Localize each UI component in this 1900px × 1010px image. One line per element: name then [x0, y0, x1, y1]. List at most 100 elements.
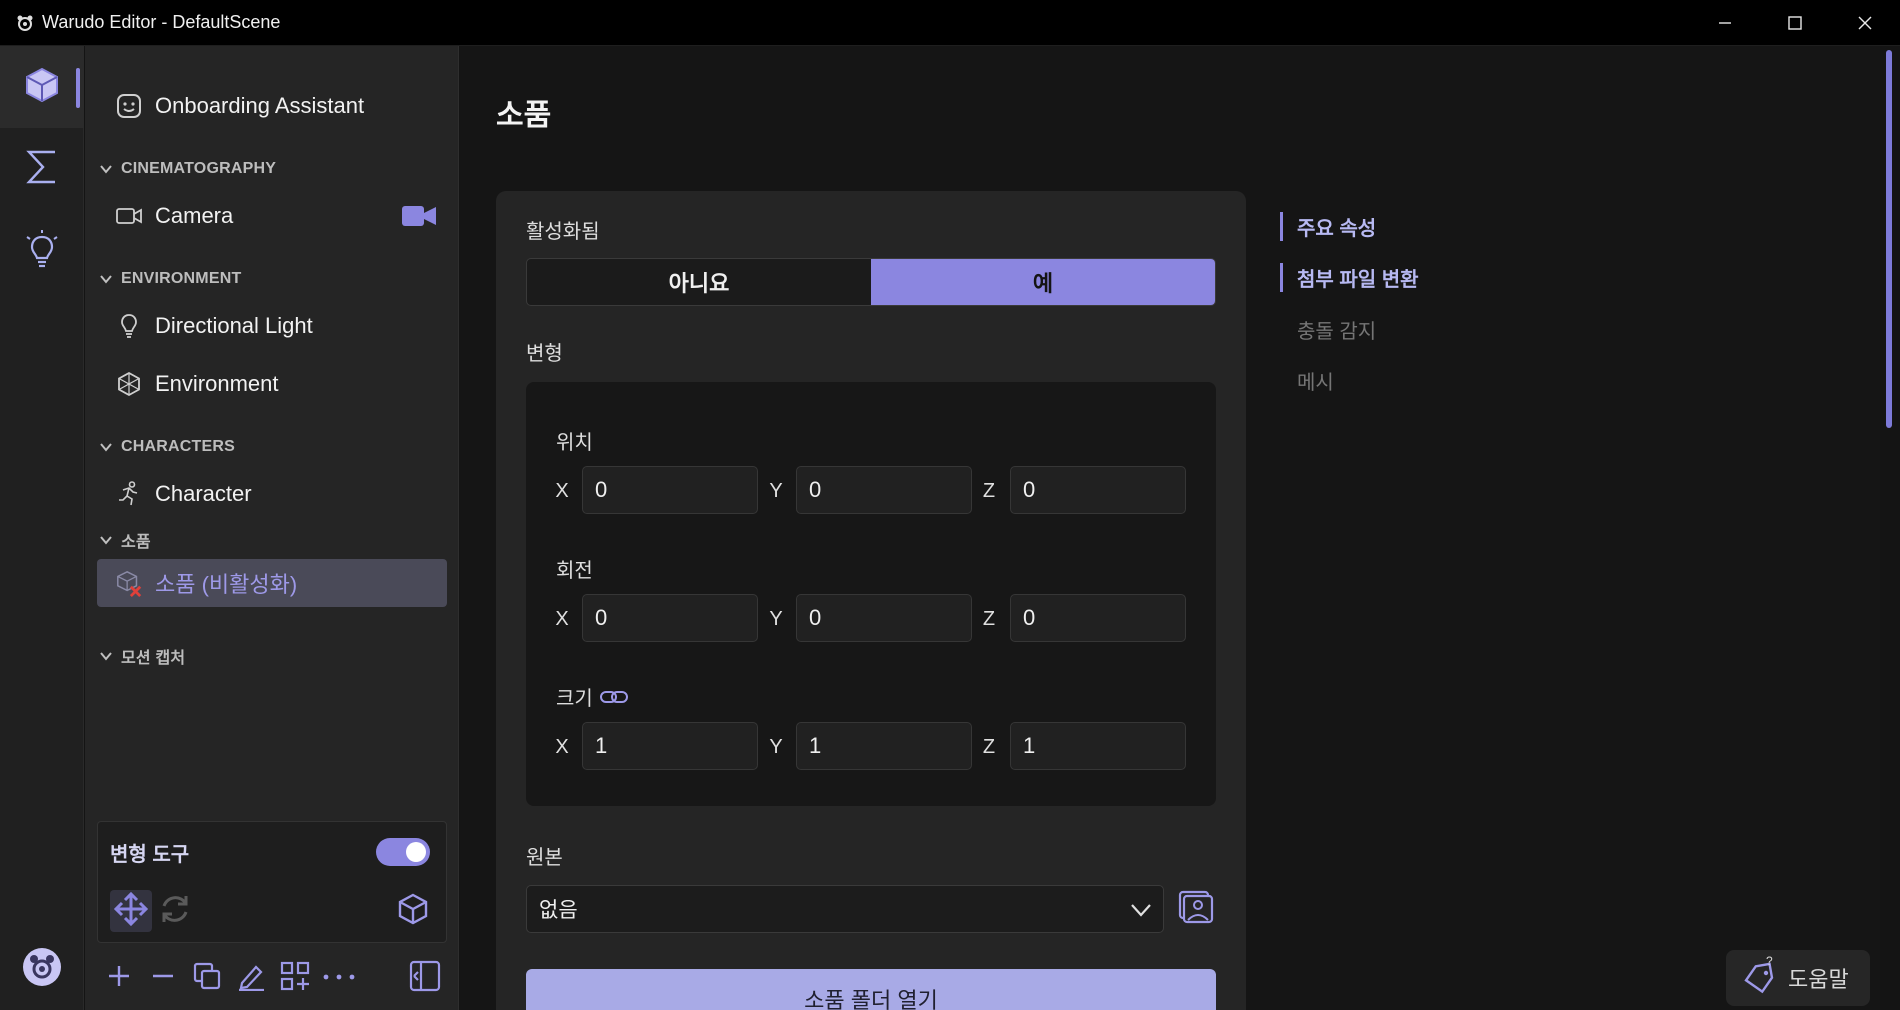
sidebar-item-onboarding-assistant[interactable]: Onboarding Assistant	[97, 82, 447, 130]
scale-z-input[interactable]: 1	[1010, 722, 1186, 770]
duplicate-asset-button[interactable]	[189, 960, 225, 996]
axis-label-x: X	[555, 608, 569, 630]
enabled-label: 활성화됨	[526, 221, 600, 243]
rotation-label: 회전	[556, 560, 593, 582]
smiley-icon	[115, 92, 143, 120]
section-cinematography[interactable]: CINEMATOGRAPHY	[99, 160, 276, 178]
prop-disabled-icon	[115, 569, 143, 598]
anchor-attachment-transform[interactable]: 첨부 파일 변환	[1280, 263, 1419, 292]
lightbulb-icon	[115, 312, 143, 340]
maximize-button[interactable]	[1760, 0, 1830, 46]
add-group-button[interactable]	[277, 960, 313, 996]
local-space-button[interactable]	[392, 890, 434, 932]
anchor-main-properties[interactable]: 주요 속성	[1280, 212, 1376, 241]
title-bar: Warudo Editor - DefaultScene	[0, 0, 1900, 46]
add-asset-button[interactable]	[101, 960, 137, 996]
sidebar-item-label: 소품 (비활성화)	[155, 572, 298, 597]
anchor-collision-detection[interactable]: 충돌 감지	[1280, 315, 1376, 344]
rotation-x-input[interactable]: 0	[582, 594, 758, 642]
rename-asset-button[interactable]	[233, 960, 269, 996]
position-z-input[interactable]: 0	[1010, 466, 1186, 514]
minus-icon	[150, 963, 176, 994]
sidebar-item-camera[interactable]: Camera	[97, 192, 447, 240]
rotate-tool-button[interactable]	[154, 890, 196, 932]
sidebar-item-directional-light[interactable]: Directional Light	[97, 302, 447, 350]
camera-icon	[115, 202, 143, 230]
pencil-icon	[236, 961, 266, 996]
transform-label: 변형	[526, 343, 563, 365]
position-x-input[interactable]: 0	[582, 466, 758, 514]
main-scrollbar[interactable]	[1886, 50, 1892, 428]
icon-rail	[0, 46, 84, 1010]
section-label: CHARACTERS	[121, 438, 235, 455]
blueprints-tab-button[interactable]	[0, 128, 84, 210]
grid-plus-icon	[279, 960, 311, 997]
move-tool-button[interactable]	[110, 890, 152, 932]
sidebar-item-label: Camera	[155, 203, 234, 228]
chevron-down-icon	[99, 648, 115, 664]
move-arrows-icon	[113, 891, 149, 931]
warudo-cog-icon	[21, 946, 63, 993]
section-props[interactable]: 소품	[99, 528, 151, 552]
axis-label-y: Y	[769, 480, 783, 502]
help-tag-icon: ?	[1742, 954, 1778, 1001]
section-motion-capture[interactable]: 모션 캡처	[99, 644, 185, 668]
sidebar-item-prop-disabled[interactable]: 소품 (비활성화)	[97, 559, 447, 607]
rotate-icon	[158, 892, 192, 931]
scale-label-row: 크기	[556, 682, 629, 711]
sidebar-item-character[interactable]: Character	[97, 470, 447, 518]
axis-label-z: Z	[982, 736, 996, 758]
section-label: ENVIRONMENT	[121, 270, 242, 287]
environment-cube-icon	[115, 370, 143, 398]
sidebar-item-label: Character	[155, 481, 252, 506]
help-label: 도움말	[1788, 967, 1849, 992]
source-label: 원본	[526, 847, 563, 869]
window-title: Warudo Editor - DefaultScene	[42, 12, 281, 32]
active-camera-icon	[401, 204, 437, 228]
position-y-input[interactable]: 0	[796, 466, 972, 514]
enabled-option-yes[interactable]: 예	[871, 259, 1215, 305]
scale-y-input[interactable]: 1	[796, 722, 972, 770]
page-title: 소품	[496, 99, 552, 132]
tips-tab-button[interactable]	[0, 210, 84, 292]
transform-tool-toggle[interactable]	[376, 838, 430, 866]
rotation-y-input[interactable]: 0	[796, 594, 972, 642]
remove-asset-button[interactable]	[145, 960, 181, 996]
more-options-button[interactable]	[321, 960, 357, 996]
section-characters[interactable]: CHARACTERS	[99, 438, 235, 456]
help-button[interactable]: ? 도움말	[1726, 950, 1870, 1006]
cube-outline-icon	[396, 892, 430, 931]
section-environment[interactable]: ENVIRONMENT	[99, 270, 241, 288]
scene-tab-button[interactable]	[0, 46, 84, 128]
source-value: 없음	[539, 899, 578, 922]
link-icon[interactable]	[599, 688, 629, 706]
settings-cog-button[interactable]	[0, 928, 84, 1010]
sidebar-item-label: Directional Light	[155, 313, 313, 338]
scale-x-input[interactable]: 1	[582, 722, 758, 770]
ellipsis-icon	[322, 969, 356, 987]
transform-group: 위치 X 0 Y 0 Z 0 회전 X 0 Y 0 Z 0 크기 X 1 Y 1…	[526, 382, 1216, 806]
sidebar-item-environment[interactable]: Environment	[97, 360, 447, 408]
transform-tool-panel: 변형 도구	[97, 821, 447, 943]
section-label: 소품	[121, 534, 151, 551]
anchor-mesh[interactable]: 메시	[1280, 366, 1334, 395]
close-button[interactable]	[1830, 0, 1900, 46]
axis-label-z: Z	[982, 608, 996, 630]
main-panel: 소품 활성화됨 아니요 예 변형 위치 X 0 Y 0 Z 0 회전 X 0 Y…	[460, 46, 1880, 1010]
axis-label-y: Y	[769, 736, 783, 758]
rotation-z-input[interactable]: 0	[1010, 594, 1186, 642]
axis-label-z: Z	[982, 480, 996, 502]
enabled-segmented-control: 아니요 예	[526, 258, 1216, 306]
chevron-down-icon	[1129, 898, 1153, 928]
transform-tool-title: 변형 도구	[110, 844, 190, 866]
source-dropdown[interactable]: 없음	[526, 885, 1164, 933]
section-label: 모션 캡처	[121, 650, 186, 667]
minimize-button[interactable]	[1690, 0, 1760, 46]
collapse-sidebar-button[interactable]	[407, 960, 443, 996]
open-props-folder-button[interactable]: 소품 폴더 열기	[526, 969, 1216, 1010]
enabled-option-no[interactable]: 아니요	[527, 259, 871, 305]
sidebar-bottom-bar	[85, 946, 459, 1010]
browse-preview-button[interactable]	[1174, 887, 1218, 931]
axis-label-x: X	[555, 736, 569, 758]
position-label: 위치	[556, 432, 593, 454]
